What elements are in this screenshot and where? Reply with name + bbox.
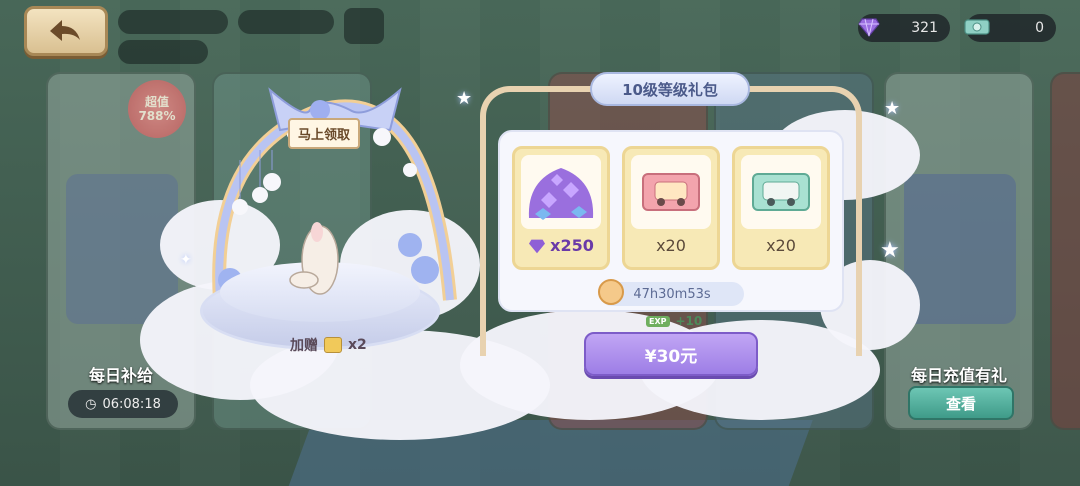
pink-ticket-count: x20 bbox=[656, 236, 686, 255]
alarm-clock-icon bbox=[598, 279, 624, 305]
dim-resource-bar-1 bbox=[118, 10, 228, 34]
white-creature-figure bbox=[289, 222, 339, 295]
diamond-currency: 321 bbox=[858, 14, 950, 42]
green-ticket-count: x20 bbox=[766, 236, 796, 255]
ticket-icon bbox=[324, 337, 342, 353]
diamond-icon bbox=[854, 12, 884, 42]
banknote-icon bbox=[962, 12, 992, 42]
dim-resource-bar-4 bbox=[344, 8, 384, 44]
dim-resource-bar-2 bbox=[238, 10, 334, 34]
purchase-button[interactable]: ¥30元 bbox=[584, 332, 758, 376]
bonus-count: x2 bbox=[348, 337, 367, 353]
exp-value: +10 bbox=[675, 314, 703, 328]
sparkle-star-icon: ★ bbox=[880, 238, 900, 263]
package-panel: x250 x20 x20 47h30m53s bbox=[498, 130, 844, 312]
bonus-gift: 加赠 x2 bbox=[290, 335, 367, 355]
package-title: 10级等级礼包 bbox=[590, 72, 750, 106]
claim-now-tag[interactable]: 马上领取 bbox=[288, 118, 361, 149]
dim-resource-bar-3 bbox=[118, 40, 208, 64]
reward-item-green-ticket[interactable]: x20 bbox=[732, 146, 830, 270]
gift-box-art bbox=[904, 174, 1016, 324]
value-badge: 超值 788% bbox=[128, 80, 186, 138]
diamond-icon bbox=[529, 239, 546, 253]
exp-tag: EXP bbox=[646, 315, 670, 327]
green-vehicle-ticket-icon bbox=[741, 155, 821, 229]
banknote-currency: 0 bbox=[964, 14, 1056, 42]
diamond-count: 321 bbox=[911, 20, 938, 36]
sparkle-star-icon: ★ bbox=[456, 88, 473, 109]
gem-count: x250 bbox=[515, 236, 607, 255]
reward-item-gems[interactable]: x250 bbox=[512, 146, 610, 270]
reward-item-pink-ticket[interactable]: x20 bbox=[622, 146, 720, 270]
daily-recharge-title: 每日充值有礼 bbox=[910, 366, 1007, 385]
view-button[interactable]: 查看 bbox=[908, 386, 1014, 420]
back-arrow-icon bbox=[50, 20, 80, 41]
back-button[interactable] bbox=[24, 6, 108, 56]
sparkle-star-icon: ★ bbox=[884, 98, 901, 119]
pink-vehicle-ticket-icon bbox=[631, 155, 711, 229]
banknote-count: 0 bbox=[1035, 20, 1044, 36]
daily-recharge-card[interactable]: 每日充值有礼 查看 bbox=[884, 72, 1034, 430]
exp-reward: EXP +10 bbox=[646, 314, 702, 328]
bonus-label: 加赠 bbox=[290, 338, 318, 354]
daily-supply-timer: ◷ 06:08:18 bbox=[68, 390, 178, 418]
gem-pile-icon bbox=[521, 155, 601, 229]
sparkle-star-icon: ✦ bbox=[180, 252, 192, 268]
clock-icon: ◷ bbox=[85, 396, 97, 412]
package-countdown: 47h30m53s bbox=[598, 279, 744, 306]
bg-card-far-right bbox=[1050, 72, 1080, 430]
